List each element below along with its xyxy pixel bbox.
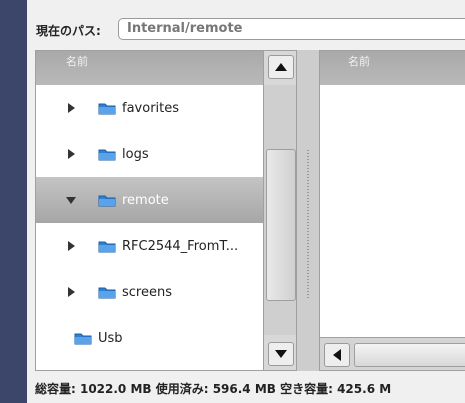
- tree-item-usb[interactable]: Usb: [36, 315, 263, 361]
- folder-icon: [74, 331, 92, 345]
- pane-splitter[interactable]: [297, 50, 319, 371]
- tree-item-logs[interactable]: logs: [36, 131, 263, 177]
- storage-status: 総容量: 1022.0 MB 使用済み: 596.4 MB 空き容量: 425.…: [35, 382, 392, 396]
- folder-icon: [98, 239, 116, 253]
- tree-item-rfc2544[interactable]: RFC2544_FromT...: [36, 223, 263, 269]
- tree-item-favorites[interactable]: favorites: [36, 85, 263, 131]
- tree-item-label: screens: [122, 284, 172, 300]
- tree-item-label: Usb: [98, 330, 123, 346]
- expander-collapsed-icon[interactable]: [66, 103, 76, 113]
- scrollbar-thumb[interactable]: [354, 343, 465, 367]
- tree-vertical-scrollbar[interactable]: [263, 50, 297, 371]
- tree-item-label: logs: [122, 146, 149, 162]
- path-label: 現在のパス:: [36, 24, 101, 38]
- arrow-up-icon: [275, 63, 287, 71]
- folder-icon: [98, 193, 116, 207]
- column-header-name[interactable]: 名前: [36, 51, 263, 85]
- folder-icon: [98, 147, 116, 161]
- tree-item-label: remote: [122, 192, 169, 208]
- scrollbar-thumb[interactable]: [266, 149, 296, 301]
- expander-collapsed-icon[interactable]: [66, 149, 76, 159]
- path-bar: 現在のパス: Internal/remote: [36, 18, 465, 44]
- splitter-grip[interactable]: [307, 150, 309, 300]
- folder-icon: [98, 101, 116, 115]
- arrow-down-icon: [275, 350, 287, 358]
- column-header-name[interactable]: 名前: [320, 51, 465, 85]
- expander-collapsed-icon[interactable]: [66, 241, 76, 251]
- desktop-panel-edge: [0, 0, 27, 403]
- arrow-left-icon: [333, 349, 341, 361]
- tree-item-remote[interactable]: remote: [36, 177, 263, 223]
- scroll-down-button[interactable]: [268, 342, 294, 366]
- scroll-left-button[interactable]: [324, 343, 350, 367]
- scroll-up-button[interactable]: [268, 55, 294, 79]
- folder-icon: [98, 285, 116, 299]
- tree-item-label: favorites: [122, 100, 180, 116]
- tree-item-label: RFC2544_FromT...: [122, 238, 239, 254]
- expander-collapsed-icon[interactable]: [66, 287, 76, 297]
- path-field[interactable]: Internal/remote: [118, 18, 465, 40]
- expander-expanded-icon[interactable]: [66, 195, 76, 205]
- folder-tree-pane: 名前 favorites logs remote RFC2544_FromT..…: [35, 50, 263, 371]
- tree-item-screens[interactable]: screens: [36, 269, 263, 315]
- file-list-horizontal-scrollbar[interactable]: [320, 337, 465, 370]
- file-list-pane: 名前: [319, 50, 465, 371]
